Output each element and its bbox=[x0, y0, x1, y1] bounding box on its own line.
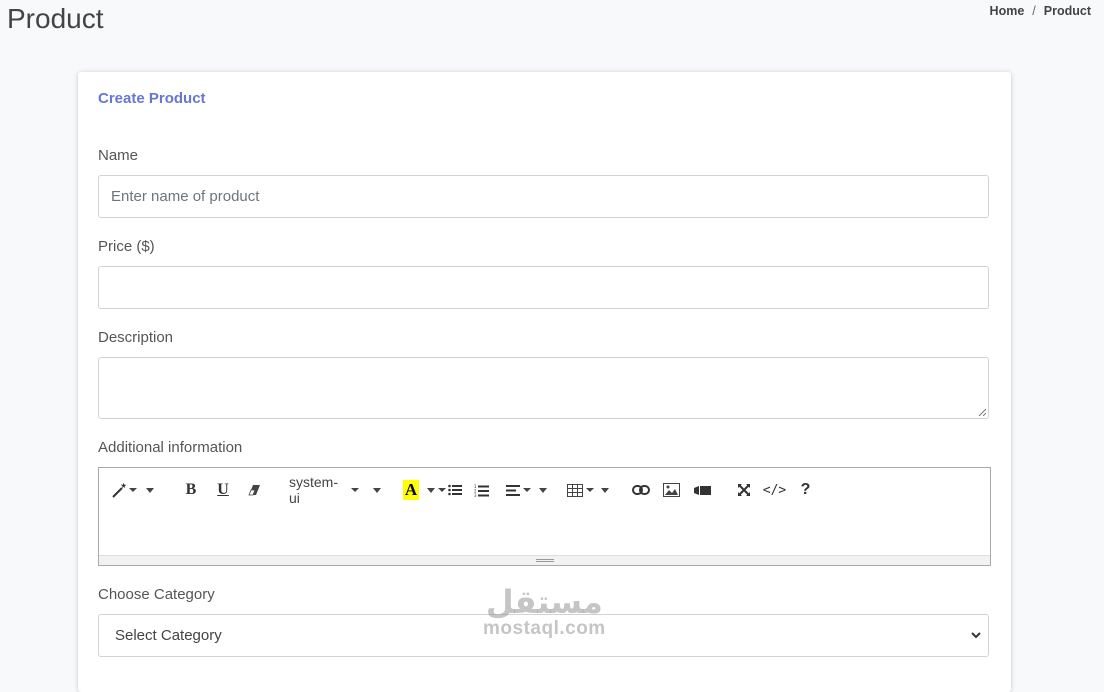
category-selected-value: Select Category bbox=[115, 627, 222, 644]
description-label: Description bbox=[98, 329, 174, 346]
magic-icon bbox=[112, 482, 127, 498]
watermark: مستقل mostaql.com bbox=[483, 585, 606, 639]
style-button[interactable] bbox=[109, 478, 139, 502]
chevron-down-icon bbox=[426, 487, 435, 493]
code-view-icon: </> bbox=[762, 482, 787, 498]
breadcrumb: Home / Product bbox=[990, 4, 1091, 18]
style-dropdown[interactable] bbox=[139, 478, 157, 502]
font-color-dropdown[interactable] bbox=[423, 478, 435, 502]
ordered-list-button[interactable]: 1 2 3 bbox=[465, 478, 497, 502]
bold-icon: B bbox=[185, 481, 197, 498]
underline-icon: U bbox=[217, 481, 229, 498]
video-icon bbox=[694, 485, 711, 495]
resize-handle-icon[interactable] bbox=[978, 408, 986, 416]
paragraph-align-button[interactable] bbox=[503, 478, 533, 502]
category-label: Choose Category bbox=[98, 586, 215, 603]
fullscreen-button[interactable] bbox=[728, 478, 759, 502]
chevron-down-icon bbox=[373, 487, 381, 493]
rich-text-editor[interactable]: B U system-ui A 1 2 3 </> ? bbox=[98, 467, 991, 566]
watermark-arabic: مستقل bbox=[485, 583, 603, 621]
code-view-button[interactable]: </> bbox=[759, 478, 790, 502]
grip-icon bbox=[535, 558, 554, 563]
name-label: Name bbox=[98, 147, 139, 164]
font-color-icon: A bbox=[402, 480, 420, 500]
price-input[interactable] bbox=[98, 266, 989, 309]
font-family-dropdown[interactable]: system-ui bbox=[289, 474, 381, 506]
table-icon bbox=[566, 483, 583, 497]
page-title: Product bbox=[7, 3, 104, 34]
table-button[interactable] bbox=[565, 478, 595, 502]
underline-button[interactable]: U bbox=[207, 478, 239, 502]
ordered-list-icon: 1 2 3 bbox=[474, 484, 489, 497]
watermark-latin: mostaql.com bbox=[483, 618, 606, 639]
insert-video-button[interactable] bbox=[687, 478, 718, 502]
paragraph-dropdown[interactable] bbox=[533, 478, 549, 502]
price-label: Price ($) bbox=[98, 238, 155, 255]
help-icon: ? bbox=[800, 481, 811, 498]
editor-resize-bar[interactable] bbox=[99, 555, 990, 565]
clear-format-button[interactable] bbox=[239, 478, 269, 502]
table-dropdown[interactable] bbox=[595, 478, 611, 502]
breadcrumb-current: Product bbox=[1043, 4, 1091, 18]
chevron-down-icon bbox=[600, 487, 609, 493]
link-icon bbox=[631, 485, 650, 495]
description-textarea[interactable] bbox=[98, 357, 989, 419]
name-input[interactable]: Enter name of product bbox=[98, 175, 989, 218]
insert-picture-button[interactable] bbox=[656, 478, 687, 502]
help-button[interactable]: ? bbox=[790, 478, 821, 502]
breadcrumb-home[interactable]: Home bbox=[990, 4, 1025, 18]
card-title: Create Product bbox=[98, 90, 206, 107]
chevron-down-icon bbox=[971, 632, 981, 639]
align-icon bbox=[505, 484, 520, 496]
additional-info-label: Additional information bbox=[98, 439, 243, 456]
unordered-list-icon bbox=[448, 484, 462, 496]
svg-text:3: 3 bbox=[474, 493, 477, 497]
font-family-value: system-ui bbox=[289, 474, 338, 506]
eraser-icon bbox=[248, 485, 260, 496]
chevron-down-icon bbox=[145, 487, 154, 493]
chevron-down-icon bbox=[538, 487, 547, 493]
fullscreen-icon bbox=[737, 484, 750, 496]
font-color-button[interactable]: A bbox=[399, 478, 423, 502]
picture-icon bbox=[663, 483, 680, 497]
breadcrumb-separator: / bbox=[1032, 4, 1036, 18]
bold-button[interactable]: B bbox=[175, 478, 207, 502]
editor-toolbar: B U system-ui A 1 2 3 </> ? bbox=[109, 474, 821, 506]
insert-link-button[interactable] bbox=[625, 478, 656, 502]
unordered-list-button[interactable] bbox=[435, 478, 465, 502]
